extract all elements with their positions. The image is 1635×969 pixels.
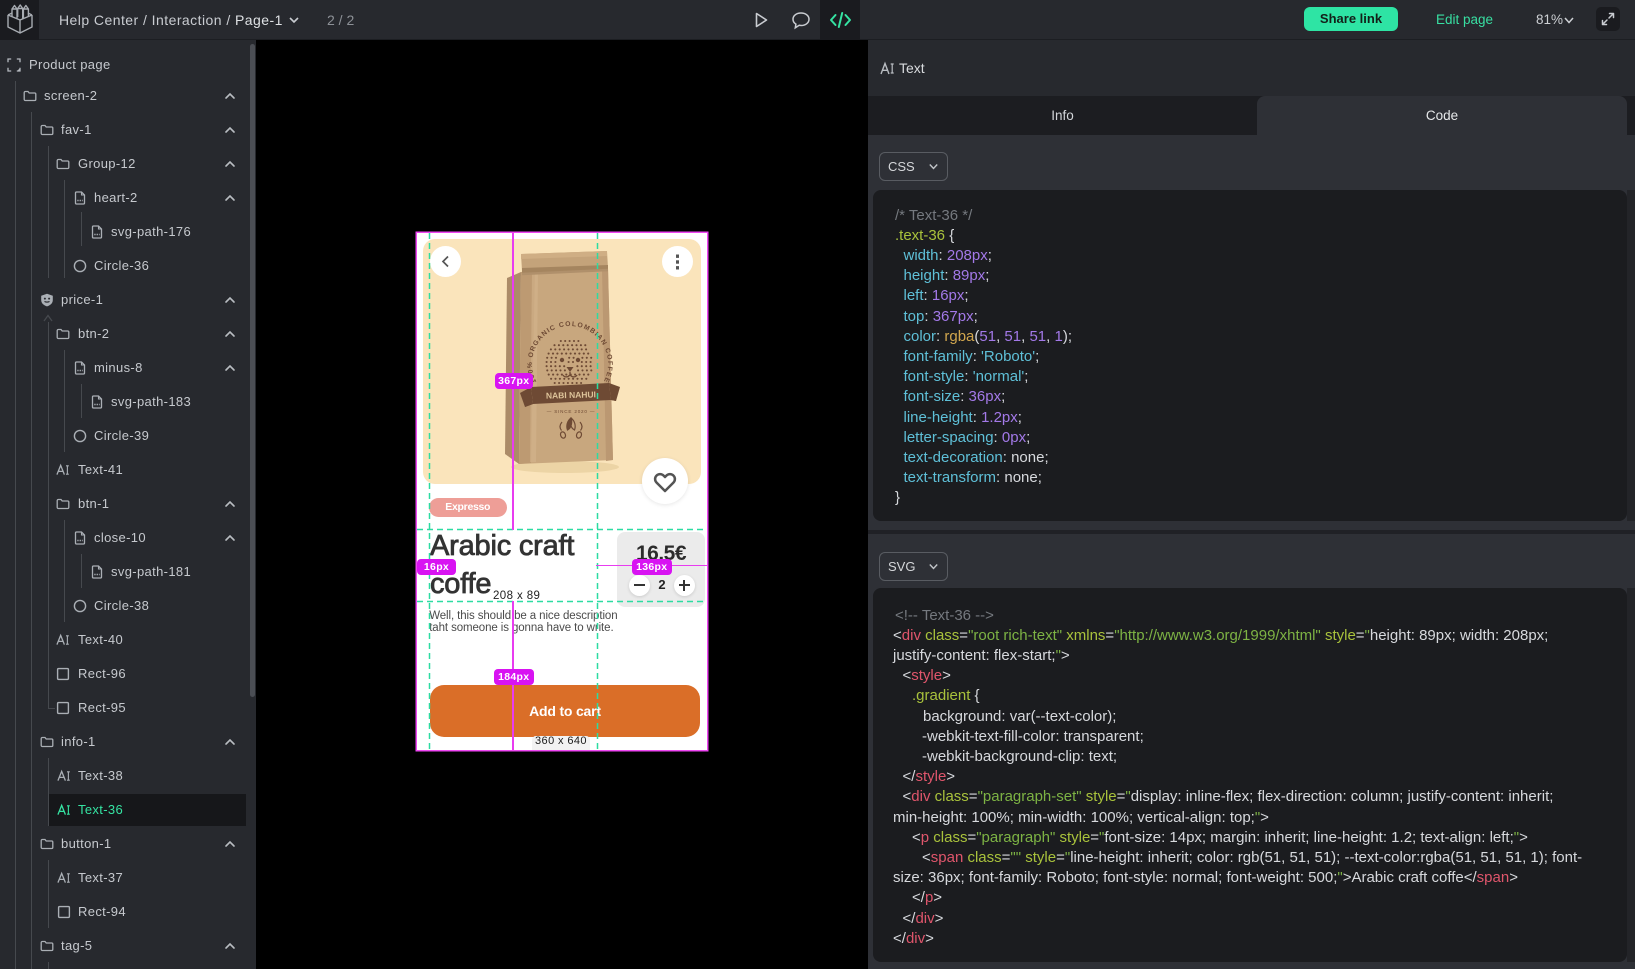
svg-text:NABI NAHUI: NABI NAHUI xyxy=(546,389,596,400)
svg-text:— SINCE 2020 —: — SINCE 2020 — xyxy=(547,409,595,414)
